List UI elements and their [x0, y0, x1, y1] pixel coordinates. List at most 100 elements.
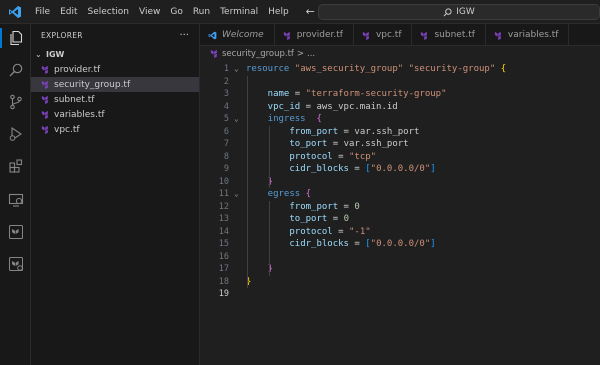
code-line: 6 from_port = var.ssh_port: [200, 126, 600, 139]
code-token: protocol: [289, 151, 333, 162]
file-item[interactable]: vpc.tf: [31, 122, 199, 137]
line-number: 6: [223, 126, 229, 137]
source-control-icon[interactable]: [0, 90, 31, 114]
code-text: protocol = "tcp": [289, 151, 376, 164]
code-text: cidr_blocks = ["0.0.0.0/0"]: [289, 238, 435, 251]
code-line: 4 vpc_id = aws_vpc.main.id: [200, 101, 600, 114]
terraform-icon: [41, 65, 48, 74]
code-token: from_port: [289, 201, 339, 212]
code-token: {: [316, 114, 322, 124]
tab-welcome[interactable]: Welcome: [200, 24, 275, 45]
file-item[interactable]: subnet.tf: [31, 92, 199, 107]
menu-view[interactable]: View: [134, 0, 165, 24]
menu-file[interactable]: File: [30, 0, 55, 24]
explorer-title: EXPLORER: [41, 30, 83, 40]
code-token: =: [348, 239, 366, 249]
code-token: from_port: [289, 126, 339, 137]
command-center-search[interactable]: IGW: [318, 4, 600, 20]
code-token: {: [500, 64, 507, 74]
tab-vpc-tf[interactable]: vpc.tf: [353, 24, 413, 45]
menu-selection[interactable]: Selection: [83, 0, 134, 24]
code-token: =: [332, 151, 349, 162]
more-actions-button[interactable]: ···: [179, 30, 189, 41]
line-number: 2: [223, 76, 229, 87]
code-line: 3 name = "terraform-security-group": [200, 88, 600, 101]
code-text: vpc_id = aws_vpc.main.id: [268, 101, 398, 114]
code-line: 13 to_port = 0: [200, 213, 600, 226]
menu-help[interactable]: Help: [263, 0, 294, 24]
code-line: 18}: [200, 276, 600, 289]
terraform-icon: [283, 31, 290, 40]
code-token: "0.0.0.0/0": [370, 239, 431, 249]
tab-provider-tf[interactable]: provider.tf: [274, 24, 354, 45]
line-number: 7: [223, 139, 229, 149]
menu-bar: File Edit Selection View Go Run Terminal Help: [30, 0, 294, 24]
file-name: vpc.tf: [54, 124, 80, 135]
code-line: 12 from_port = 0: [200, 201, 600, 214]
menu-run[interactable]: Run: [188, 0, 215, 24]
line-number: 12: [218, 201, 229, 212]
code-token: ]: [430, 239, 436, 249]
folder-igw[interactable]: ⌄ IGW: [31, 46, 199, 62]
code-text: to_port = var.ssh_port: [289, 138, 408, 151]
code-token: resource: [246, 64, 290, 74]
terraform-cloud-icon[interactable]: [0, 252, 31, 276]
vscode-icon: [208, 31, 217, 39]
back-arrow-icon[interactable]: ←: [306, 5, 315, 18]
code-text: cidr_blocks = ["0.0.0.0/0"]: [289, 163, 435, 176]
indent-guide: [268, 200, 270, 276]
tab-variables-tf[interactable]: variables.tf: [485, 24, 570, 45]
code-line: 14 protocol = "-1": [200, 226, 600, 239]
fold-chevron-icon[interactable]: ⌄: [234, 63, 242, 76]
code-text: from_port = 0: [289, 201, 359, 214]
terraform-icon: [41, 80, 48, 89]
menu-terminal[interactable]: Terminal: [215, 0, 263, 24]
indent-guide: [247, 75, 248, 288]
line-number: 10: [218, 176, 229, 187]
line-number: 3: [223, 89, 229, 99]
terraform-icon[interactable]: [0, 220, 31, 244]
code-line: 2: [200, 76, 600, 89]
file-name: variables.tf: [54, 109, 105, 120]
menu-go[interactable]: Go: [165, 0, 187, 24]
explorer-icon[interactable]: [0, 26, 31, 50]
line-number: 16: [218, 251, 229, 262]
extensions-icon[interactable]: [0, 154, 31, 178]
fold-chevron-icon[interactable]: ⌄: [234, 188, 242, 201]
code-token: "terraform-security-group": [305, 89, 447, 99]
editor-tabs: Welcome provider.tf vpc.tf subnet.tf variabl…: [200, 24, 600, 46]
code-token: =: [300, 101, 317, 112]
breadcrumb-symbol[interactable]: ...: [307, 49, 315, 59]
fold-chevron-icon[interactable]: ⌄: [234, 113, 242, 126]
tab-subnet-tf[interactable]: subnet.tf: [412, 24, 486, 45]
code-text: resource "aws_security_group" "security-…: [246, 63, 506, 76]
menu-edit[interactable]: Edit: [55, 0, 82, 24]
code-token: cidr_blocks: [289, 239, 349, 249]
vscode-logo-icon: [0, 0, 30, 24]
code-token: name: [267, 89, 290, 99]
file-item[interactable]: variables.tf: [31, 107, 199, 122]
code-line: 1 ⌄ resource "aws_security_group" "securit…: [200, 63, 600, 76]
code-text: ingress {: [268, 113, 322, 126]
activity-bar: [0, 24, 31, 365]
file-name: security_group.tf: [54, 79, 131, 90]
remote-explorer-icon[interactable]: [0, 188, 31, 212]
code-line: 5 ⌄ ingress {: [200, 113, 600, 126]
command-center-label: IGW: [456, 7, 475, 17]
run-debug-icon[interactable]: [0, 122, 31, 146]
breadcrumb-file[interactable]: security_group.tf: [222, 49, 294, 59]
code-editor[interactable]: 1 ⌄ resource "aws_security_group" "securit…: [200, 61, 600, 365]
file-item[interactable]: provider.tf: [31, 62, 199, 77]
file-item[interactable]: security_group.tf: [31, 77, 199, 92]
search-icon[interactable]: [0, 58, 31, 82]
terraform-icon: [362, 31, 369, 40]
code-line: 11 ⌄ egress {: [200, 188, 600, 201]
file-list: provider.tf security_group.tf subnet.tf var…: [31, 62, 199, 137]
code-token: egress: [267, 189, 301, 199]
code-token: to_port: [289, 139, 328, 149]
code-text: protocol = "-1": [289, 226, 370, 239]
terraform-icon: [41, 125, 48, 134]
code-token: aws_vpc.main.id: [316, 101, 398, 112]
title-bar: File Edit Selection View Go Run Terminal Help ←…: [0, 0, 600, 24]
